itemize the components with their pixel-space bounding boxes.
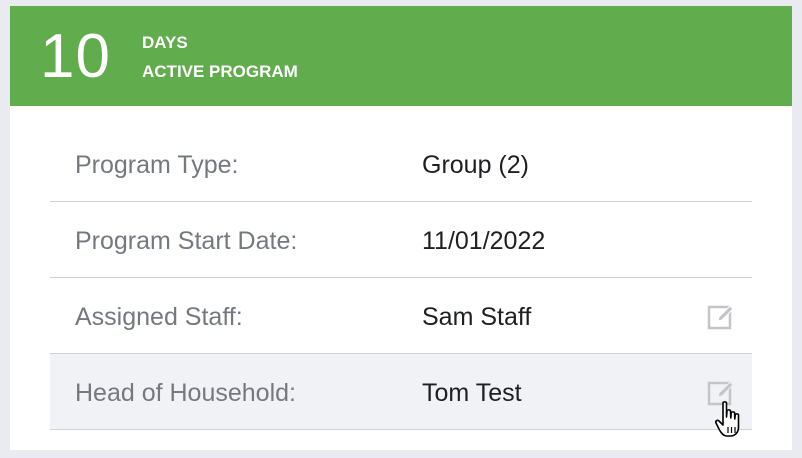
assigned-staff-value: Sam Staff [422, 303, 532, 331]
program-status-label: ACTIVE PROGRAM [142, 62, 298, 81]
detail-row-program-type: Program Type: Group (2) [50, 126, 752, 202]
detail-row-head-of-household: Head of Household: Tom Test [50, 354, 752, 430]
program-card: 10 DAYS ACTIVE PROGRAM Program Type: Gro… [10, 6, 792, 450]
edit-assigned-staff-icon[interactable] [706, 302, 736, 332]
detail-row-program-start-date: Program Start Date: 11/01/2022 [50, 202, 752, 278]
detail-row-assigned-staff: Assigned Staff: Sam Staff [50, 278, 752, 354]
program-status-header: 10 DAYS ACTIVE PROGRAM [10, 6, 792, 106]
head-of-household-label: Head of Household: [75, 379, 296, 407]
days-count: 10 [40, 22, 111, 91]
edit-head-of-household-icon[interactable] [706, 378, 736, 408]
days-label: DAYS [142, 33, 188, 52]
program-start-date-value: 11/01/2022 [422, 227, 546, 255]
program-type-label: Program Type: [75, 151, 239, 179]
program-start-date-label: Program Start Date: [75, 227, 298, 255]
head-of-household-value: Tom Test [422, 379, 522, 407]
assigned-staff-label: Assigned Staff: [75, 303, 243, 331]
program-type-value: Group (2) [422, 151, 529, 179]
